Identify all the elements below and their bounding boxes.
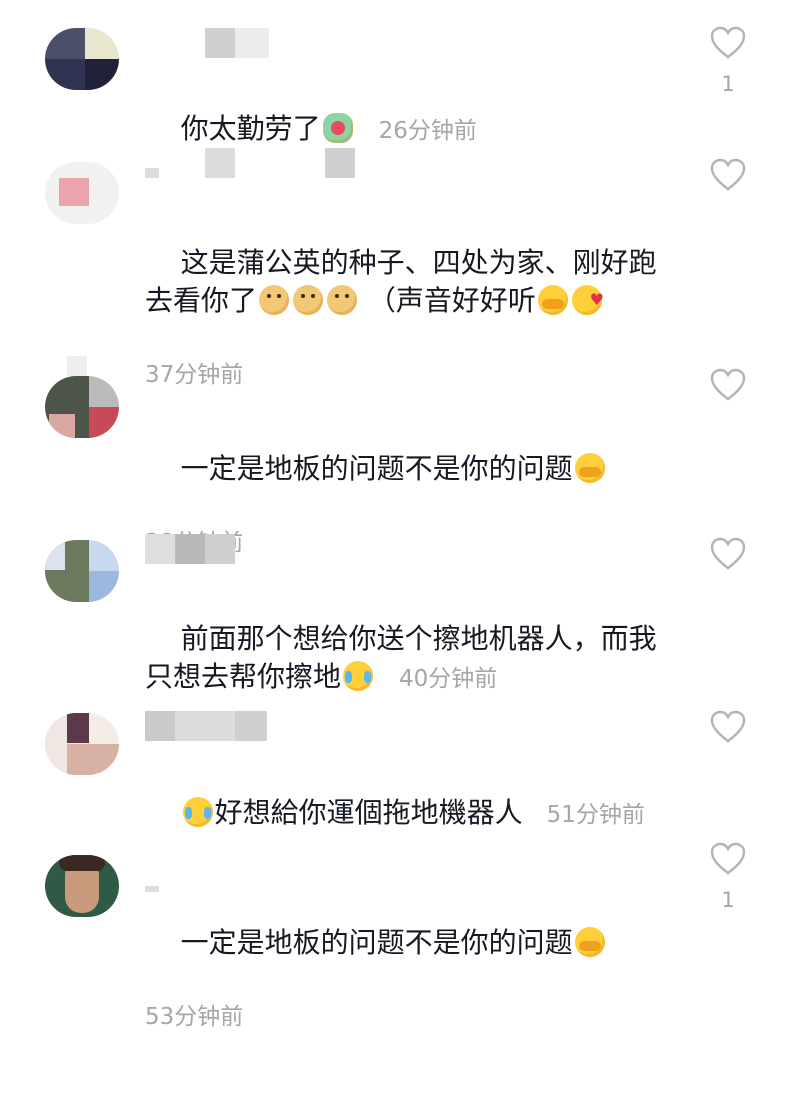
username-redacted[interactable]: [145, 534, 245, 564]
comment-body-line1: 这是蒲公英的种子、四处为家、刚好跑: [180, 246, 657, 279]
avatar[interactable]: [45, 855, 119, 917]
like-button[interactable]: 1: [708, 26, 748, 96]
doge-emoji-icon: [259, 285, 290, 315]
like-button[interactable]: [708, 537, 748, 583]
comment-body: 一定是地板的问题不是你的问题: [180, 452, 573, 485]
comment-time: 40分钟前: [399, 666, 498, 692]
laughing-crying-emoji-icon: [343, 661, 374, 691]
username-redacted[interactable]: [145, 711, 275, 741]
blowing-kiss-emoji-icon: [571, 281, 604, 319]
comment-time: 53分钟前: [145, 1004, 244, 1030]
comment-body-line1: 前面那个想给你送个擦地机器人，而我: [180, 622, 657, 655]
avatar[interactable]: [45, 28, 119, 90]
comment-body: 好想給你運個拖地機器人: [214, 796, 523, 829]
like-button[interactable]: 1: [708, 842, 748, 912]
cake-emoji-icon: [322, 113, 353, 143]
like-count: 1: [721, 72, 735, 96]
username-redacted[interactable]: [145, 28, 285, 58]
comment-body: 一定是地板的问题不是你的问题: [180, 926, 573, 959]
username-redacted[interactable]: [145, 148, 385, 178]
comment-time: 37分钟前: [145, 362, 244, 388]
heart-outline-icon: [710, 368, 746, 401]
like-count: 1: [721, 888, 735, 912]
like-button[interactable]: [708, 368, 748, 414]
covering-mouth-emoji-icon: [574, 927, 605, 957]
avatar[interactable]: [45, 376, 119, 438]
heart-outline-icon: [710, 842, 746, 875]
comment-body-tail: （声音好好听: [367, 284, 536, 317]
comment-body: 你太勤劳了: [180, 112, 321, 145]
heart-outline-icon: [710, 158, 746, 191]
covering-mouth-emoji-icon: [537, 285, 568, 315]
avatar[interactable]: [45, 713, 119, 775]
comment-text: 好想給你運個拖地機器人 51分钟前: [145, 756, 685, 872]
covering-mouth-emoji-icon: [574, 453, 605, 483]
username-redacted[interactable]: [67, 356, 205, 386]
like-button[interactable]: [708, 710, 748, 756]
like-button[interactable]: [708, 158, 748, 204]
avatar[interactable]: [45, 540, 119, 602]
doge-emoji-icon: [327, 285, 358, 315]
comment-body-line2: 去看你了: [145, 284, 258, 317]
heart-outline-icon: [710, 710, 746, 743]
doge-emoji-icon: [293, 285, 324, 315]
comment-time: 51分钟前: [546, 802, 645, 828]
comment-time: 26分钟前: [378, 118, 477, 144]
heart-outline-icon: [710, 537, 746, 570]
comment-body-line2: 只想去帮你擦地: [145, 660, 342, 693]
avatar[interactable]: [45, 162, 119, 224]
heart-outline-icon: [710, 26, 746, 59]
comment-text: 一定是地板的问题不是你的问题 53分钟前: [145, 886, 685, 1108]
laughing-crying-emoji-icon: [182, 797, 213, 827]
